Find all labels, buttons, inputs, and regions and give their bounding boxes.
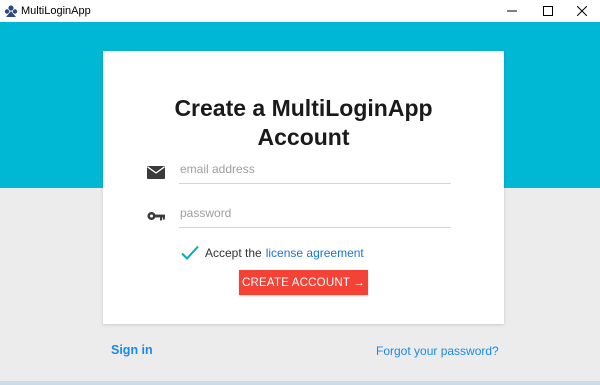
forgot-password-link[interactable]: Forgot your password? xyxy=(376,344,499,358)
page-title: Create a MultiLoginApp Account xyxy=(103,94,504,152)
checkmark-icon[interactable] xyxy=(180,244,200,262)
key-icon xyxy=(146,206,166,226)
license-agreement-link[interactable]: license agreement xyxy=(266,246,364,260)
minimize-icon[interactable] xyxy=(492,0,532,22)
title-line-1: Create a MultiLoginApp xyxy=(174,95,433,121)
sign-in-link[interactable]: Sign in xyxy=(111,343,153,357)
envelope-icon xyxy=(146,162,166,182)
window-bottom-border xyxy=(0,381,600,385)
close-icon[interactable] xyxy=(562,0,600,22)
signup-card: Create a MultiLoginApp Account Accept th… xyxy=(103,51,504,324)
email-field[interactable] xyxy=(179,154,451,184)
title-line-2: Account xyxy=(257,124,350,150)
window-titlebar: MultiLoginApp xyxy=(0,0,600,22)
accept-label: Accept the xyxy=(205,246,262,260)
create-account-button[interactable]: CREATE ACCOUNT → xyxy=(239,270,368,295)
window-title: MultiLoginApp xyxy=(21,5,91,17)
accept-terms-row: Accept the license agreement xyxy=(180,243,364,263)
password-field[interactable] xyxy=(179,198,451,228)
multiloginapp-logo-icon xyxy=(4,4,18,18)
